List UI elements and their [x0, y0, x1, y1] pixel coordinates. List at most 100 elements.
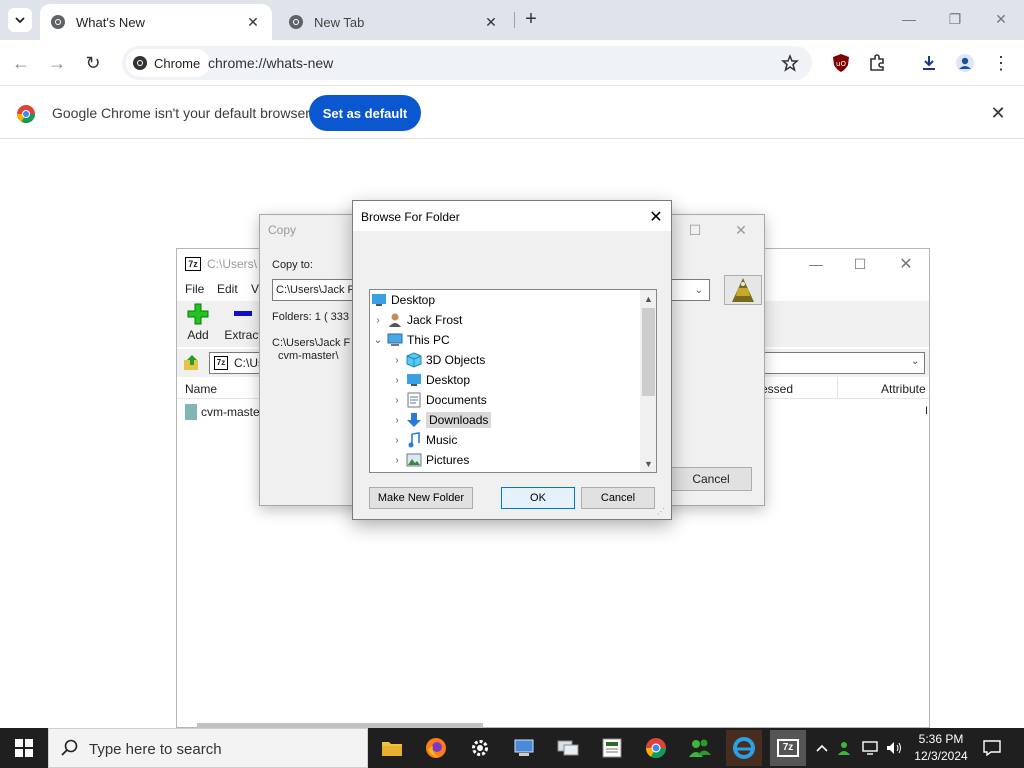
close-tab-icon[interactable]: ✕	[244, 13, 262, 31]
back-button[interactable]: ←	[8, 50, 34, 76]
file-explorer-icon[interactable]	[374, 730, 410, 766]
chevron-right-icon[interactable]: ›	[389, 412, 405, 428]
maximize-icon[interactable]: ☐	[845, 251, 875, 277]
taskbar-search[interactable]: Type here to search	[48, 728, 368, 768]
desktop-folder-icon	[370, 292, 388, 308]
network-icon[interactable]	[860, 738, 880, 758]
remote-desktop-icon[interactable]	[550, 730, 586, 766]
extensions-icon[interactable]	[866, 52, 888, 74]
show-hidden-icons-icon[interactable]	[812, 738, 832, 758]
chevron-right-icon[interactable]: ›	[389, 392, 405, 408]
folder-tree[interactable]: Desktop › Jack Frost ⌄ This PC › 3D Obje…	[369, 289, 657, 473]
tree-item-music[interactable]: › Music	[389, 430, 457, 450]
tree-item-downloads[interactable]: › Downloads	[389, 410, 492, 430]
3d-objects-icon	[405, 352, 423, 368]
scroll-down-icon[interactable]: ▼	[640, 455, 656, 472]
cancel-button[interactable]: Cancel	[670, 467, 752, 491]
tree-item-label: Pictures	[426, 453, 470, 467]
tree-item-this-pc[interactable]: ⌄ This PC	[370, 330, 450, 350]
tab-search-button[interactable]	[8, 8, 32, 32]
sheet-app-icon[interactable]	[594, 730, 630, 766]
settings-icon[interactable]	[462, 730, 498, 766]
scrollbar-thumb[interactable]	[642, 308, 655, 396]
download-icon[interactable]	[918, 52, 940, 74]
close-tab-icon[interactable]: ✕	[482, 13, 500, 31]
chevron-right-icon[interactable]: ›	[389, 452, 405, 468]
tree-item-desktop[interactable]: Desktop	[370, 290, 435, 310]
close-icon[interactable]: ✕	[988, 103, 1008, 123]
tray-people-icon[interactable]	[836, 738, 856, 758]
tree-item-jack-frost[interactable]: › Jack Frost	[370, 310, 462, 330]
tree-item-desktop-pc[interactable]: › Desktop	[389, 370, 470, 390]
tree-item-pictures[interactable]: › Pictures	[389, 450, 469, 470]
minimize-icon[interactable]: —	[801, 251, 831, 277]
copy-to-label: Copy to:	[272, 259, 313, 271]
set-as-default-button[interactable]: Set as default	[309, 95, 421, 131]
make-new-folder-button[interactable]: Make New Folder	[369, 487, 473, 509]
column-name[interactable]: Name	[185, 382, 217, 396]
ok-button[interactable]: OK	[501, 487, 575, 509]
close-window-icon[interactable]: ✕	[891, 251, 921, 277]
vertical-scrollbar[interactable]: ▲ ▼	[640, 290, 656, 472]
ublock-icon[interactable]: uO	[830, 52, 852, 74]
chevron-right-icon[interactable]: ›	[389, 372, 405, 388]
edge-icon[interactable]	[726, 730, 762, 766]
cancel-button[interactable]: Cancel	[581, 487, 655, 509]
add-button[interactable]: Add	[174, 303, 222, 342]
browse-button[interactable]	[724, 275, 762, 305]
menu-edit[interactable]: Edit	[217, 282, 238, 296]
restore-icon[interactable]: ❐	[940, 6, 970, 32]
chevron-down-icon[interactable]: ⌄	[911, 356, 919, 367]
user-icon	[386, 312, 404, 328]
tree-item-label: Desktop	[426, 373, 471, 387]
reload-button[interactable]: ↻	[80, 50, 106, 76]
tab-new-tab[interactable]: New Tab ✕	[278, 4, 510, 40]
menu-file[interactable]: File	[185, 282, 204, 296]
notifications-icon[interactable]	[980, 736, 1004, 760]
copy-to-path-text: C:\Users\Jack F	[276, 284, 355, 296]
chrome-chip[interactable]: Chrome	[126, 49, 211, 77]
maximize-icon[interactable]: ☐	[684, 221, 706, 239]
sevenzip-icon[interactable]: 7z	[770, 730, 806, 766]
start-button[interactable]	[0, 728, 48, 768]
forward-button[interactable]: →	[44, 50, 70, 76]
downloads-icon	[405, 412, 423, 428]
chrome-icon[interactable]	[638, 730, 674, 766]
people-icon[interactable]	[682, 730, 718, 766]
column-attributes[interactable]: Attribute	[881, 382, 926, 396]
file-row[interactable]: cvm-maste	[185, 403, 260, 421]
close-window-icon[interactable]: ✕	[730, 221, 752, 239]
resize-grip-icon[interactable]: ⋰	[657, 507, 667, 517]
url-text[interactable]: chrome://whats-new	[208, 55, 333, 71]
volume-icon[interactable]	[884, 738, 904, 758]
browse-titlebar: Browse For Folder ✕	[353, 201, 671, 231]
network-app-icon[interactable]	[506, 730, 542, 766]
tree-item-3d-objects[interactable]: › 3D Objects	[389, 350, 485, 370]
chrome-tabstrip: What's New ✕ New Tab ✕ + — ❐ ✕	[0, 0, 1024, 40]
firefox-icon[interactable]	[418, 730, 454, 766]
tree-item-label: Downloads	[426, 412, 492, 428]
browse-dialog-title: Browse For Folder	[361, 210, 460, 224]
chevron-down-icon[interactable]: ⌄	[690, 281, 708, 299]
chevron-right-icon[interactable]: ›	[389, 432, 405, 448]
profile-avatar-icon[interactable]	[954, 52, 976, 74]
tree-item-label: Desktop	[391, 293, 436, 307]
bookmark-star-icon[interactable]	[780, 53, 800, 73]
tab-whats-new[interactable]: What's New ✕	[40, 4, 272, 40]
folder-up-icon[interactable]	[183, 354, 201, 375]
sevenzip-taskbar-logo-icon: 7z	[777, 739, 799, 757]
sevenzip-small-logo-icon: 7z	[214, 356, 228, 370]
minimize-icon[interactable]: —	[894, 6, 924, 32]
chevron-down-icon[interactable]: ⌄	[370, 332, 386, 348]
address-bar[interactable]: Chrome chrome://whats-new	[122, 46, 812, 80]
close-icon[interactable]: ✕	[645, 206, 667, 228]
new-tab-button[interactable]: +	[520, 8, 542, 30]
scroll-up-icon[interactable]: ▲	[640, 290, 656, 307]
chevron-right-icon[interactable]: ›	[389, 352, 405, 368]
close-window-icon[interactable]: ✕	[986, 6, 1016, 32]
column-accessed[interactable]: essed	[761, 382, 793, 396]
chevron-right-icon[interactable]: ›	[370, 312, 386, 328]
system-clock[interactable]: 5:36 PM 12/3/2024	[908, 731, 974, 765]
tree-item-documents[interactable]: › Documents	[389, 390, 487, 410]
chrome-menu-icon[interactable]: ⋮	[990, 52, 1012, 74]
